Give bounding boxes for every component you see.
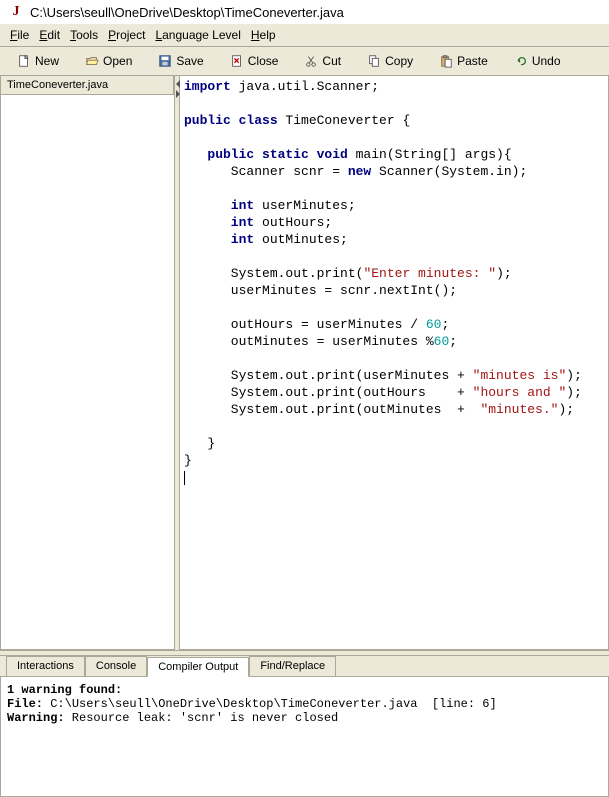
save-button[interactable]: Save (147, 51, 214, 71)
menu-help[interactable]: Help (247, 26, 280, 44)
copy-label: Copy (385, 54, 413, 68)
cut-button[interactable]: Cut (293, 51, 352, 71)
undo-button[interactable]: Undo (503, 51, 572, 71)
save-label: Save (176, 54, 203, 68)
file-tab[interactable]: TimeConeverter.java (1, 76, 174, 95)
code-editor[interactable]: import java.util.Scanner; public class T… (180, 76, 609, 650)
title-bar: J C:\Users\seull\OneDrive\Desktop\TimeCo… (0, 0, 609, 24)
tab-interactions[interactable]: Interactions (6, 656, 85, 676)
open-button[interactable]: Open (74, 51, 143, 71)
menu-edit[interactable]: Edit (35, 26, 64, 44)
cut-icon (304, 54, 318, 68)
menu-tools[interactable]: Tools (66, 26, 102, 44)
new-icon (17, 54, 31, 68)
copy-icon (367, 54, 381, 68)
close-button[interactable]: Close (219, 51, 290, 71)
undo-label: Undo (532, 54, 561, 68)
undo-icon (514, 54, 528, 68)
tab-compiler-output[interactable]: Compiler Output (147, 657, 249, 677)
paste-icon (439, 54, 453, 68)
menu-file[interactable]: File (6, 26, 33, 44)
close-label: Close (248, 54, 279, 68)
paste-button[interactable]: Paste (428, 51, 499, 71)
menu-language-level[interactable]: Language Level (151, 26, 244, 44)
bottom-panel: Interactions Console Compiler Output Fin… (0, 656, 609, 797)
main-area: TimeConeverter.java import java.util.Sca… (0, 76, 609, 650)
text-caret (184, 471, 185, 485)
new-label: New (35, 54, 59, 68)
window-title: C:\Users\seull\OneDrive\Desktop\TimeCone… (30, 5, 344, 20)
menu-project[interactable]: Project (104, 26, 149, 44)
toolbar: New Open Save Close Cut Copy Paste Undo (0, 47, 609, 76)
new-button[interactable]: New (6, 51, 70, 71)
open-label: Open (103, 54, 132, 68)
menu-bar: File Edit Tools Project Language Level H… (0, 24, 609, 47)
tab-console[interactable]: Console (85, 656, 147, 676)
copy-button[interactable]: Copy (356, 51, 424, 71)
bottom-tabs: Interactions Console Compiler Output Fin… (0, 656, 609, 677)
file-list-panel: TimeConeverter.java (0, 76, 175, 650)
compiler-output[interactable]: 1 warning found: File: C:\Users\seull\On… (0, 677, 609, 797)
save-icon (158, 54, 172, 68)
paste-label: Paste (457, 54, 488, 68)
tab-find-replace[interactable]: Find/Replace (249, 656, 336, 676)
app-icon: J (8, 4, 24, 20)
vertical-splitter[interactable] (175, 76, 180, 650)
cut-label: Cut (322, 54, 341, 68)
close-icon (230, 54, 244, 68)
open-icon (85, 54, 99, 68)
